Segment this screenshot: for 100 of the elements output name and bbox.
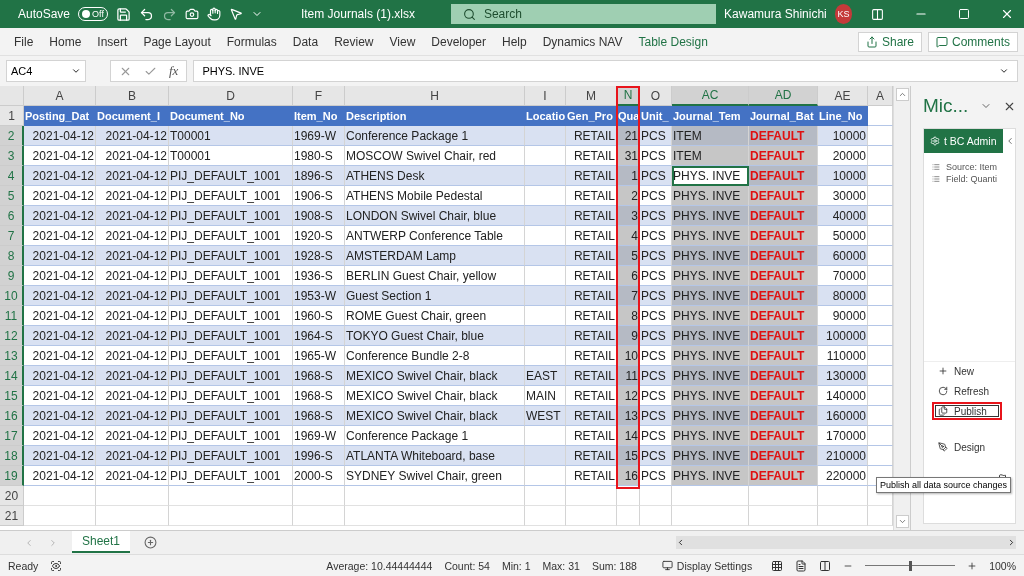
expand-icon[interactable]	[999, 66, 1009, 76]
zoom-in-icon[interactable]	[967, 560, 978, 571]
normal-view-icon[interactable]	[771, 559, 784, 572]
table-cell: PHYS. INVE	[672, 366, 749, 386]
formula-input[interactable]: PHYS. INVE	[193, 60, 1018, 82]
page-layout-icon[interactable]	[795, 559, 808, 572]
row-header[interactable]: 6	[0, 206, 24, 226]
row-header[interactable]: 10	[0, 286, 24, 306]
name-box[interactable]: AC4	[6, 60, 86, 82]
row-header[interactable]: 15	[0, 386, 24, 406]
table-cell: 90000	[818, 306, 868, 326]
row-header[interactable]: 21	[0, 506, 24, 526]
row-header[interactable]: 19	[0, 466, 24, 486]
row-header[interactable]: 20	[0, 486, 24, 506]
table-cell: PIJ_DEFAULT_1001	[169, 466, 293, 486]
table-cell: 1920-S	[293, 226, 345, 246]
row-header[interactable]: 11	[0, 306, 24, 326]
scroll-up-button[interactable]	[895, 88, 909, 101]
row-header[interactable]: 4	[0, 166, 24, 186]
column-header[interactable]: B	[96, 86, 169, 106]
table-cell: 1980-S	[293, 146, 345, 166]
ribbon-tab[interactable]: View	[381, 34, 424, 49]
ribbon-tab[interactable]: Help	[494, 34, 535, 49]
display-settings-button[interactable]: Display Settings	[654, 555, 760, 576]
column-header[interactable]: M	[566, 86, 617, 106]
row-header[interactable]: 5	[0, 186, 24, 206]
scroll-left-icon[interactable]	[676, 538, 685, 547]
row-header[interactable]: 1	[0, 106, 24, 126]
column-header[interactable]: D	[169, 86, 293, 106]
table-cell: 170000	[818, 426, 868, 446]
ribbon-tab[interactable]: Dynamics NAV	[534, 34, 631, 49]
row-header[interactable]: 8	[0, 246, 24, 266]
page-break-icon[interactable]	[819, 559, 832, 572]
row-header[interactable]: 14	[0, 366, 24, 386]
add-sheet-icon[interactable]	[144, 536, 158, 549]
undo-icon[interactable]	[138, 6, 154, 22]
ribbon-tab[interactable]: Developer	[423, 34, 494, 49]
table-cell: Conference Package 1	[345, 126, 525, 146]
row-header[interactable]: 7	[0, 226, 24, 246]
table-header-cell: Line_No	[818, 106, 868, 126]
column-header[interactable]: H	[345, 86, 525, 106]
row-header[interactable]: 3	[0, 146, 24, 166]
horizontal-scrollbar[interactable]	[676, 536, 1016, 549]
table-cell: 40000	[818, 206, 868, 226]
table-cell: PIJ_DEFAULT_1001	[169, 226, 293, 246]
connection-button[interactable]: t BC Admin	[924, 129, 1003, 153]
ribbon-tab[interactable]: Insert	[89, 34, 136, 49]
camera-icon[interactable]	[184, 7, 199, 21]
table-cell: PHYS. INVE	[672, 286, 749, 306]
table-cell: PCS	[640, 446, 672, 466]
table-cell: PIJ_DEFAULT_1001	[169, 346, 293, 366]
insert-function-button[interactable]: fx	[169, 63, 179, 79]
table-cell: 1953-W	[293, 286, 345, 306]
zoom-thumb[interactable]	[909, 560, 913, 571]
scroll-right-icon[interactable]	[1007, 538, 1016, 547]
row-header[interactable]: 16	[0, 406, 24, 426]
row-header[interactable]: 2	[0, 126, 24, 146]
column-header[interactable]: AE	[818, 86, 868, 106]
table-header-cell: Locatio	[525, 106, 566, 126]
column-header[interactable]: AD	[749, 86, 818, 106]
redo-icon[interactable]	[161, 6, 177, 22]
scroll-down-button[interactable]	[895, 515, 909, 528]
column-header[interactable]: I	[525, 86, 566, 106]
status-mode: Ready	[8, 559, 39, 572]
accessibility-icon[interactable]	[50, 559, 63, 572]
ribbon-tab[interactable]: File	[6, 34, 42, 49]
row-header[interactable]: 9	[0, 266, 24, 286]
pointer-icon[interactable]	[228, 7, 243, 21]
table-cell: DEFAULT	[749, 246, 818, 266]
caret-icon	[71, 66, 81, 76]
column-header[interactable]: AC	[672, 86, 749, 106]
sheet-tab[interactable]: Sheet1	[72, 530, 131, 553]
table-cell: 2021-04-12	[96, 246, 169, 266]
tooltip: Publish all data source changes	[876, 477, 1012, 493]
file-name: Item Journals (1).xlsx	[300, 7, 415, 21]
column-header[interactable]: O	[640, 86, 672, 106]
table-cell: 2021-04-12	[24, 346, 96, 366]
ribbon-tab[interactable]: Review	[326, 34, 382, 49]
table-cell: ATHENS Mobile Pedestal	[345, 186, 525, 206]
column-header[interactable]: F	[293, 86, 345, 106]
table-cell: 2021-04-12	[24, 266, 96, 286]
ribbon-tab[interactable]: Table Design	[630, 34, 716, 49]
user-avatar[interactable]: KS	[834, 4, 853, 24]
search-field[interactable]: Search	[450, 4, 717, 24]
comments-button[interactable]: Comments	[928, 31, 1018, 52]
hand-icon[interactable]	[206, 7, 221, 21]
ribbon-tab[interactable]: Formulas	[218, 34, 285, 49]
row-header[interactable]: 17	[0, 426, 24, 446]
ribbon-tab[interactable]: Page Layout	[135, 34, 219, 49]
ribbon-tab[interactable]: Home	[41, 34, 90, 49]
publish-button[interactable]: Publish	[932, 402, 1002, 420]
column-header[interactable]: A	[868, 86, 893, 106]
table-cell: 2021-04-12	[96, 266, 169, 286]
column-header[interactable]: A	[24, 86, 96, 106]
share-button[interactable]: Share	[857, 31, 922, 52]
row-header[interactable]: 12	[0, 326, 24, 346]
save-icon[interactable]	[115, 6, 131, 22]
ribbon-tab[interactable]: Data	[284, 34, 327, 49]
row-header[interactable]: 18	[0, 446, 24, 466]
row-header[interactable]: 13	[0, 346, 24, 366]
